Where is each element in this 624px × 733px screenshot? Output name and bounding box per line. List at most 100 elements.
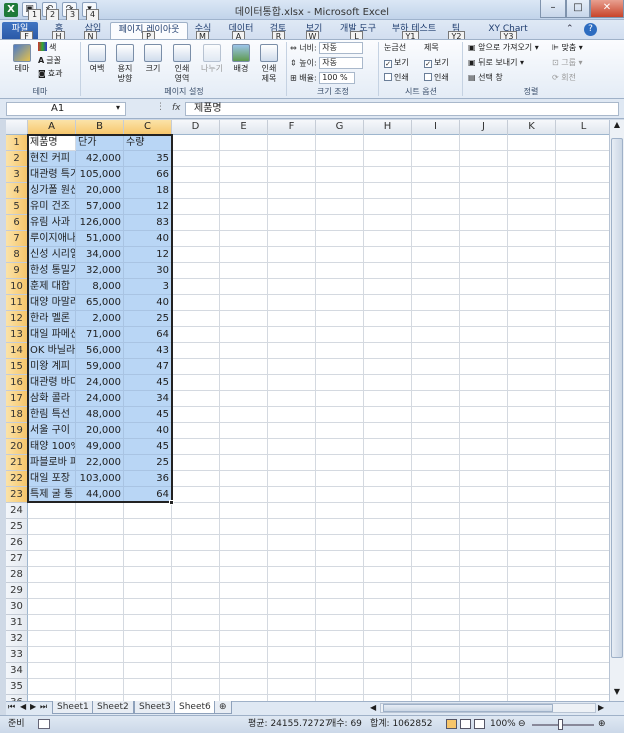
cell[interactable]: [316, 215, 364, 231]
cell[interactable]: [316, 135, 364, 151]
cell[interactable]: [460, 311, 508, 327]
cell[interactable]: [316, 311, 364, 327]
cell[interactable]: [316, 327, 364, 343]
cell[interactable]: [508, 663, 556, 679]
cell[interactable]: [556, 215, 609, 231]
cell[interactable]: [556, 199, 609, 215]
cell[interactable]: [220, 647, 268, 663]
cell[interactable]: [172, 407, 220, 423]
product-name-cell[interactable]: 서울 구이: [28, 423, 76, 439]
cell[interactable]: [508, 311, 556, 327]
cell[interactable]: [508, 151, 556, 167]
cell[interactable]: [412, 631, 460, 647]
cell[interactable]: [220, 375, 268, 391]
cell[interactable]: [556, 135, 609, 151]
cell[interactable]: [268, 327, 316, 343]
cell[interactable]: [460, 567, 508, 583]
cell[interactable]: [556, 167, 609, 183]
unit-price-cell[interactable]: 44,000: [76, 487, 124, 503]
cell[interactable]: [220, 183, 268, 199]
cell[interactable]: [316, 503, 364, 519]
cell[interactable]: [268, 647, 316, 663]
cell[interactable]: [172, 327, 220, 343]
cell[interactable]: [220, 327, 268, 343]
zoom-in-icon[interactable]: ⊕: [598, 716, 606, 732]
product-name-cell[interactable]: 신성 시리얼: [28, 247, 76, 263]
sheet-tab-sheet1[interactable]: Sheet1: [52, 701, 94, 714]
cell[interactable]: [316, 359, 364, 375]
unit-price-cell[interactable]: 57,000: [76, 199, 124, 215]
scroll-up-arrow-icon[interactable]: ▲: [610, 120, 624, 134]
row-header[interactable]: 12: [6, 311, 28, 327]
cell[interactable]: [124, 599, 172, 615]
cell[interactable]: [556, 663, 609, 679]
cell[interactable]: [412, 567, 460, 583]
cell[interactable]: [172, 167, 220, 183]
help-icon[interactable]: ?: [584, 23, 597, 36]
cell[interactable]: [172, 615, 220, 631]
hscroll-right-icon[interactable]: ▶: [598, 703, 604, 712]
row-header[interactable]: 7: [6, 231, 28, 247]
product-name-cell[interactable]: 대관령 특기: [28, 167, 76, 183]
cell[interactable]: [172, 503, 220, 519]
cell[interactable]: [364, 407, 412, 423]
cell[interactable]: [220, 263, 268, 279]
cell[interactable]: [220, 295, 268, 311]
cell[interactable]: [172, 567, 220, 583]
cell[interactable]: [364, 279, 412, 295]
cell[interactable]: [268, 567, 316, 583]
cell[interactable]: [316, 583, 364, 599]
cell[interactable]: [508, 583, 556, 599]
normal-view-icon[interactable]: [446, 719, 457, 729]
quantity-cell[interactable]: 30: [124, 263, 172, 279]
cell[interactable]: [364, 151, 412, 167]
cell[interactable]: [508, 503, 556, 519]
cell[interactable]: [460, 455, 508, 471]
cell[interactable]: [172, 423, 220, 439]
quantity-cell[interactable]: 25: [124, 311, 172, 327]
cell[interactable]: [556, 535, 609, 551]
cell[interactable]: [76, 615, 124, 631]
sheet-tab-sheet3[interactable]: Sheet3: [134, 701, 176, 714]
cell[interactable]: [172, 263, 220, 279]
unit-price-cell[interactable]: 22,000: [76, 455, 124, 471]
cell[interactable]: [220, 487, 268, 503]
cell[interactable]: [172, 295, 220, 311]
cell[interactable]: [412, 359, 460, 375]
column-header-k[interactable]: K: [508, 120, 556, 135]
insert-sheet-icon[interactable]: ⊕: [214, 701, 232, 714]
cell[interactable]: [412, 615, 460, 631]
cell[interactable]: [460, 679, 508, 695]
cell[interactable]: [364, 663, 412, 679]
cell[interactable]: [364, 535, 412, 551]
cell[interactable]: [316, 167, 364, 183]
cell[interactable]: [76, 647, 124, 663]
cell[interactable]: [172, 183, 220, 199]
cell[interactable]: [316, 231, 364, 247]
cell[interactable]: [412, 583, 460, 599]
send-backward-button[interactable]: ▣ 뒤로 보내기 ▾: [468, 57, 524, 69]
cell[interactable]: [460, 471, 508, 487]
cell[interactable]: [172, 551, 220, 567]
headings-print-checkbox[interactable]: 인쇄: [424, 72, 449, 84]
cell[interactable]: [364, 327, 412, 343]
cell[interactable]: [412, 295, 460, 311]
cell[interactable]: [508, 263, 556, 279]
cell[interactable]: [556, 439, 609, 455]
cell[interactable]: [364, 215, 412, 231]
cell[interactable]: [412, 327, 460, 343]
row-header[interactable]: 2: [6, 151, 28, 167]
cell[interactable]: [460, 343, 508, 359]
quantity-cell[interactable]: 12: [124, 247, 172, 263]
cell[interactable]: [172, 519, 220, 535]
row-header[interactable]: 25: [6, 519, 28, 535]
row-header[interactable]: 24: [6, 503, 28, 519]
cell[interactable]: [76, 567, 124, 583]
cell[interactable]: [316, 631, 364, 647]
row-header[interactable]: 16: [6, 375, 28, 391]
cell[interactable]: [268, 247, 316, 263]
cell[interactable]: [268, 295, 316, 311]
cell[interactable]: [508, 359, 556, 375]
sheet-nav-first-icon[interactable]: ⏮: [8, 702, 15, 712]
cell[interactable]: [364, 231, 412, 247]
